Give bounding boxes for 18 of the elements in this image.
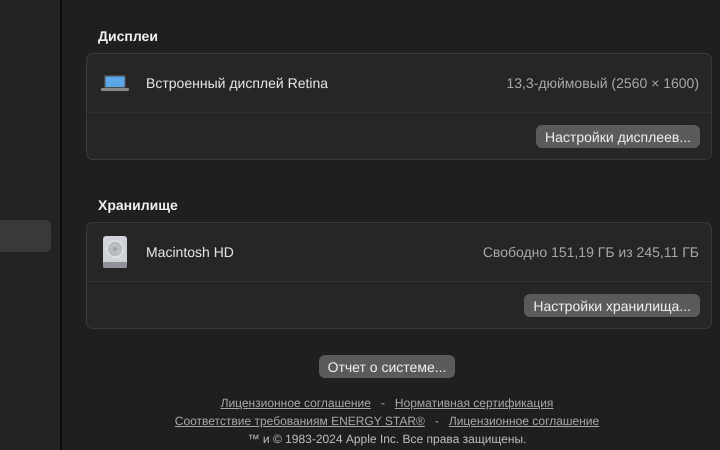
device-detail: 13,3-дюймовый (2560 × 1600) <box>506 75 699 91</box>
device-name: Встроенный дисплей Retina <box>146 75 330 91</box>
link[interactable]: Соответствие требованиям ENERGY STAR® <box>174 415 425 428</box>
device-name: Macintosh HD <box>146 244 235 260</box>
section-title: Хранилище <box>98 197 179 213</box>
copyright-text: ™ и © 1983-2024 Apple Inc. Все права защищены. <box>248 432 526 446</box>
hard-drive-icon <box>101 236 129 268</box>
device-detail: Свободно 151,19 ГБ из 245,11 ГБ <box>482 244 699 260</box>
laptop-icon <box>101 74 129 92</box>
settings-button[interactable]: Настройки хранилища... <box>524 294 700 317</box>
system-report-button[interactable]: Отчет о системе... <box>318 355 456 378</box>
settings-button[interactable]: Настройки дисплеев... <box>536 125 700 148</box>
link[interactable]: Лицензионное соглашение <box>220 397 371 410</box>
separator-text: - <box>380 397 385 410</box>
link[interactable]: Нормативная сертификация <box>394 397 554 410</box>
section-title: Дисплеи <box>98 28 159 44</box>
separator-text: - <box>434 415 439 428</box>
link[interactable]: Лицензионное соглашение <box>448 415 600 428</box>
